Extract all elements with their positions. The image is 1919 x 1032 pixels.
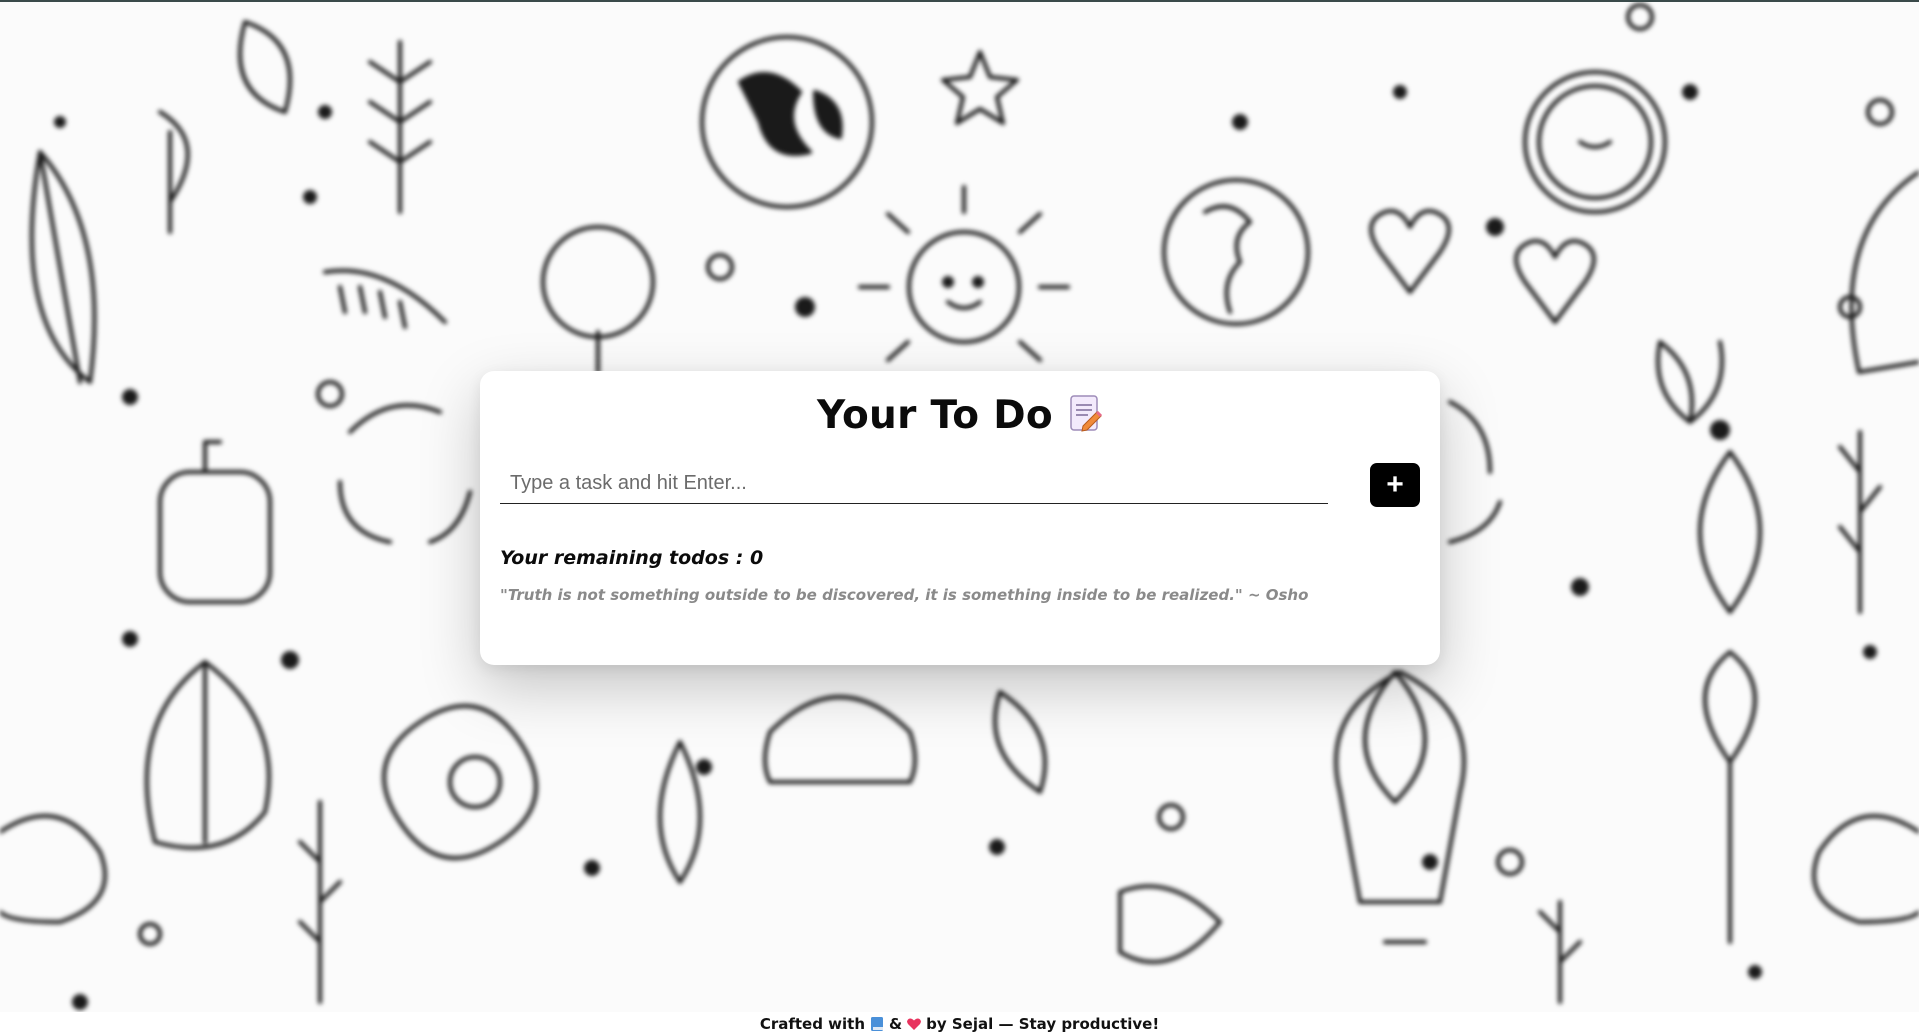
book-icon <box>869 1015 885 1031</box>
footer-suffix: by Sejal — Stay productive! <box>926 1015 1160 1032</box>
task-input[interactable] <box>500 463 1328 504</box>
add-task-button[interactable]: + <box>1370 463 1420 507</box>
heart-icon <box>906 1015 922 1031</box>
app-header: Your To Do <box>480 393 1440 438</box>
quote-text: "Truth is not something outside to be di… <box>500 586 1309 604</box>
page-title: Your To Do <box>817 393 1053 438</box>
todo-card: Your To Do + Your remaining todos : 0 "T… <box>480 371 1440 665</box>
footer-prefix: Crafted with <box>759 1015 866 1032</box>
footer-amp: & <box>889 1015 903 1032</box>
footer: Crafted with & by Sejal — Stay productive! <box>0 1012 1919 1032</box>
remaining-todos-count: Your remaining todos : 0 <box>500 547 764 569</box>
memo-pencil-icon <box>1069 394 1103 434</box>
